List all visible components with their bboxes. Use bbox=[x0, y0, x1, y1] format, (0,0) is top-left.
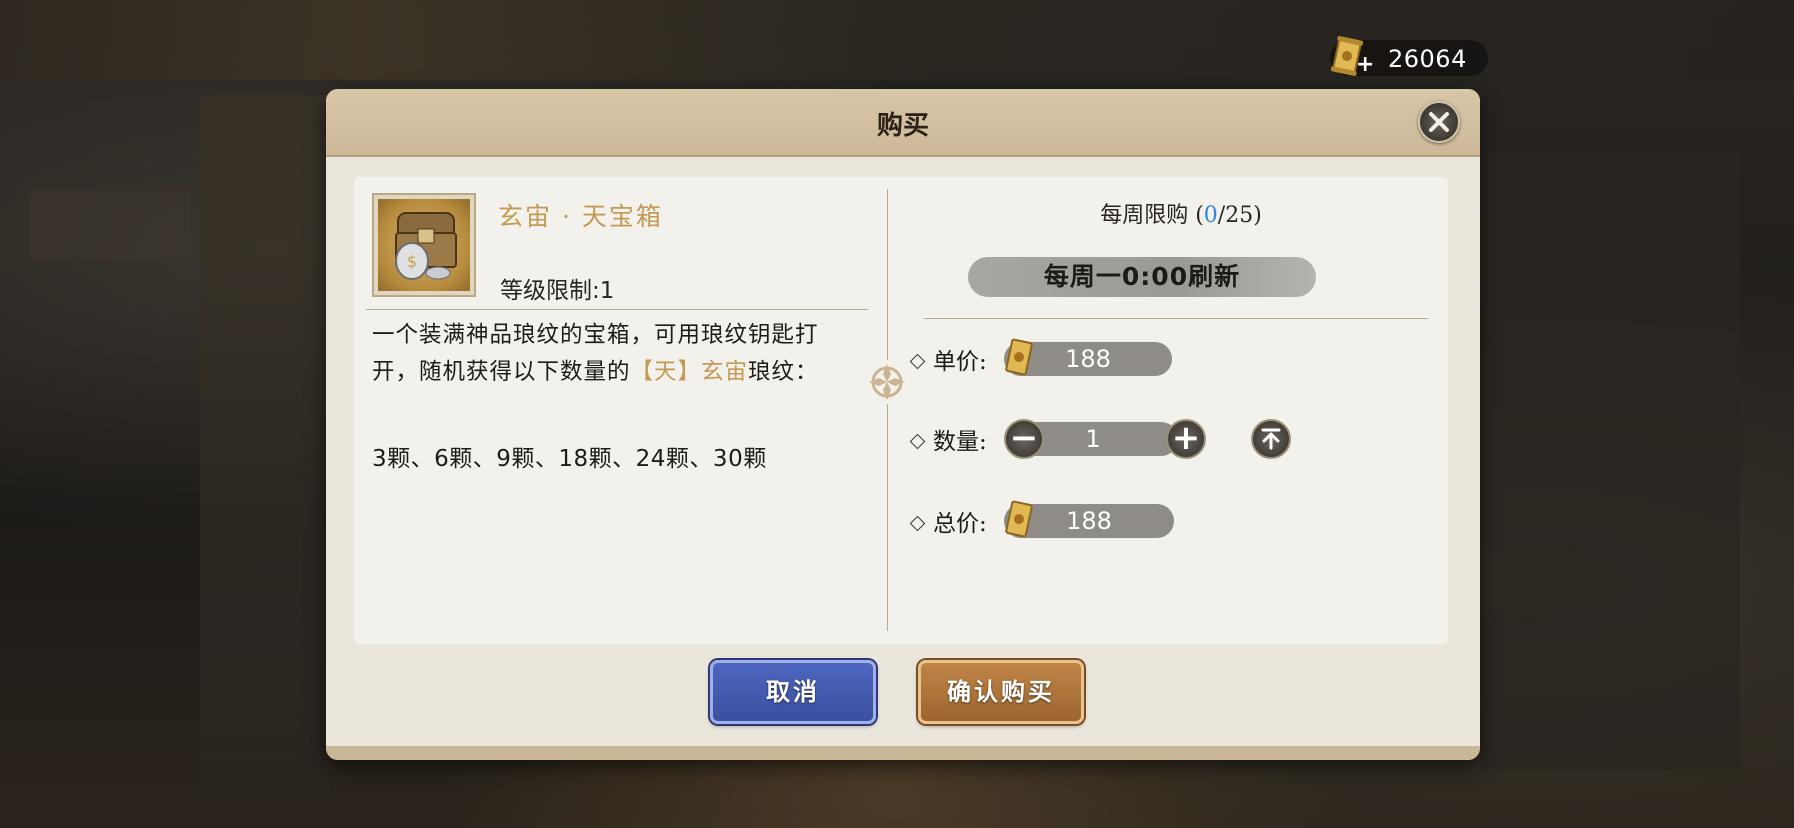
item-icon-frame: $ bbox=[372, 193, 476, 297]
scroll-ticket-icon bbox=[1005, 500, 1033, 538]
background-list bbox=[200, 95, 330, 795]
cancel-button[interactable]: 取消 bbox=[710, 660, 876, 724]
dialog-bottom-border bbox=[326, 746, 1480, 760]
svg-text:$: $ bbox=[407, 252, 417, 271]
diamond-bullet-icon bbox=[909, 433, 926, 449]
decrease-quantity-button[interactable]: − bbox=[1004, 419, 1044, 459]
currency-amount: 26064 bbox=[1388, 45, 1467, 73]
item-counts: 3颗、6颗、9颗、18颗、24颗、30颗 bbox=[372, 446, 767, 472]
level-limit: 等级限制:1 bbox=[500, 278, 615, 304]
weekly-limit: 每周限购 (0/25) bbox=[1100, 203, 1262, 228]
divider bbox=[366, 309, 868, 310]
refresh-time-badge: 每周一0:00刷新 bbox=[968, 257, 1316, 297]
dialog-content: $ 玄宙 · 天宝箱 等级限制:1 一个装满神品琅纹的宝箱，可用琅纹钥匙打开，随… bbox=[354, 177, 1448, 644]
diamond-bullet-icon bbox=[909, 353, 926, 369]
currency-display[interactable]: + 26064 bbox=[1330, 36, 1488, 76]
close-icon bbox=[1429, 112, 1449, 132]
scroll-ticket-icon bbox=[1005, 338, 1033, 376]
highlight-text: 【天】玄宙 bbox=[630, 359, 749, 385]
item-name: 玄宙 · 天宝箱 bbox=[498, 202, 663, 231]
unit-price-label: 单价: bbox=[909, 342, 987, 376]
arrow-to-top-icon bbox=[1261, 428, 1281, 450]
ornament-icon bbox=[865, 360, 909, 404]
background-tab bbox=[30, 190, 190, 260]
add-currency-icon[interactable]: + bbox=[1356, 54, 1374, 76]
max-quantity-button[interactable] bbox=[1251, 419, 1291, 459]
purchase-dialog: 购买 $ 玄宙 · 天宝箱 等级限制:1 一个装满神品琅纹的宝箱，可用琅纹钥匙打… bbox=[326, 89, 1480, 760]
background-panel bbox=[1480, 150, 1740, 770]
total-price-label: 总价: bbox=[909, 504, 987, 538]
dialog-title: 购买 bbox=[876, 111, 929, 141]
item-description: 一个装满神品琅纹的宝箱，可用琅纹钥匙打开，随机获得以下数量的【天】玄宙琅纹： bbox=[372, 322, 819, 385]
confirm-purchase-button[interactable]: 确认购买 bbox=[918, 660, 1084, 724]
vertical-divider bbox=[887, 189, 888, 631]
weekly-limit-current: 0 bbox=[1203, 203, 1218, 228]
background-top-bar bbox=[0, 0, 1794, 80]
diamond-bullet-icon bbox=[909, 515, 926, 531]
increase-quantity-button[interactable]: + bbox=[1166, 419, 1206, 459]
treasure-chest-icon: $ bbox=[378, 199, 470, 291]
dialog-header: 购买 bbox=[326, 89, 1480, 157]
quantity-label: 数量: bbox=[909, 422, 987, 456]
divider bbox=[924, 318, 1428, 319]
close-button[interactable] bbox=[1418, 101, 1460, 143]
